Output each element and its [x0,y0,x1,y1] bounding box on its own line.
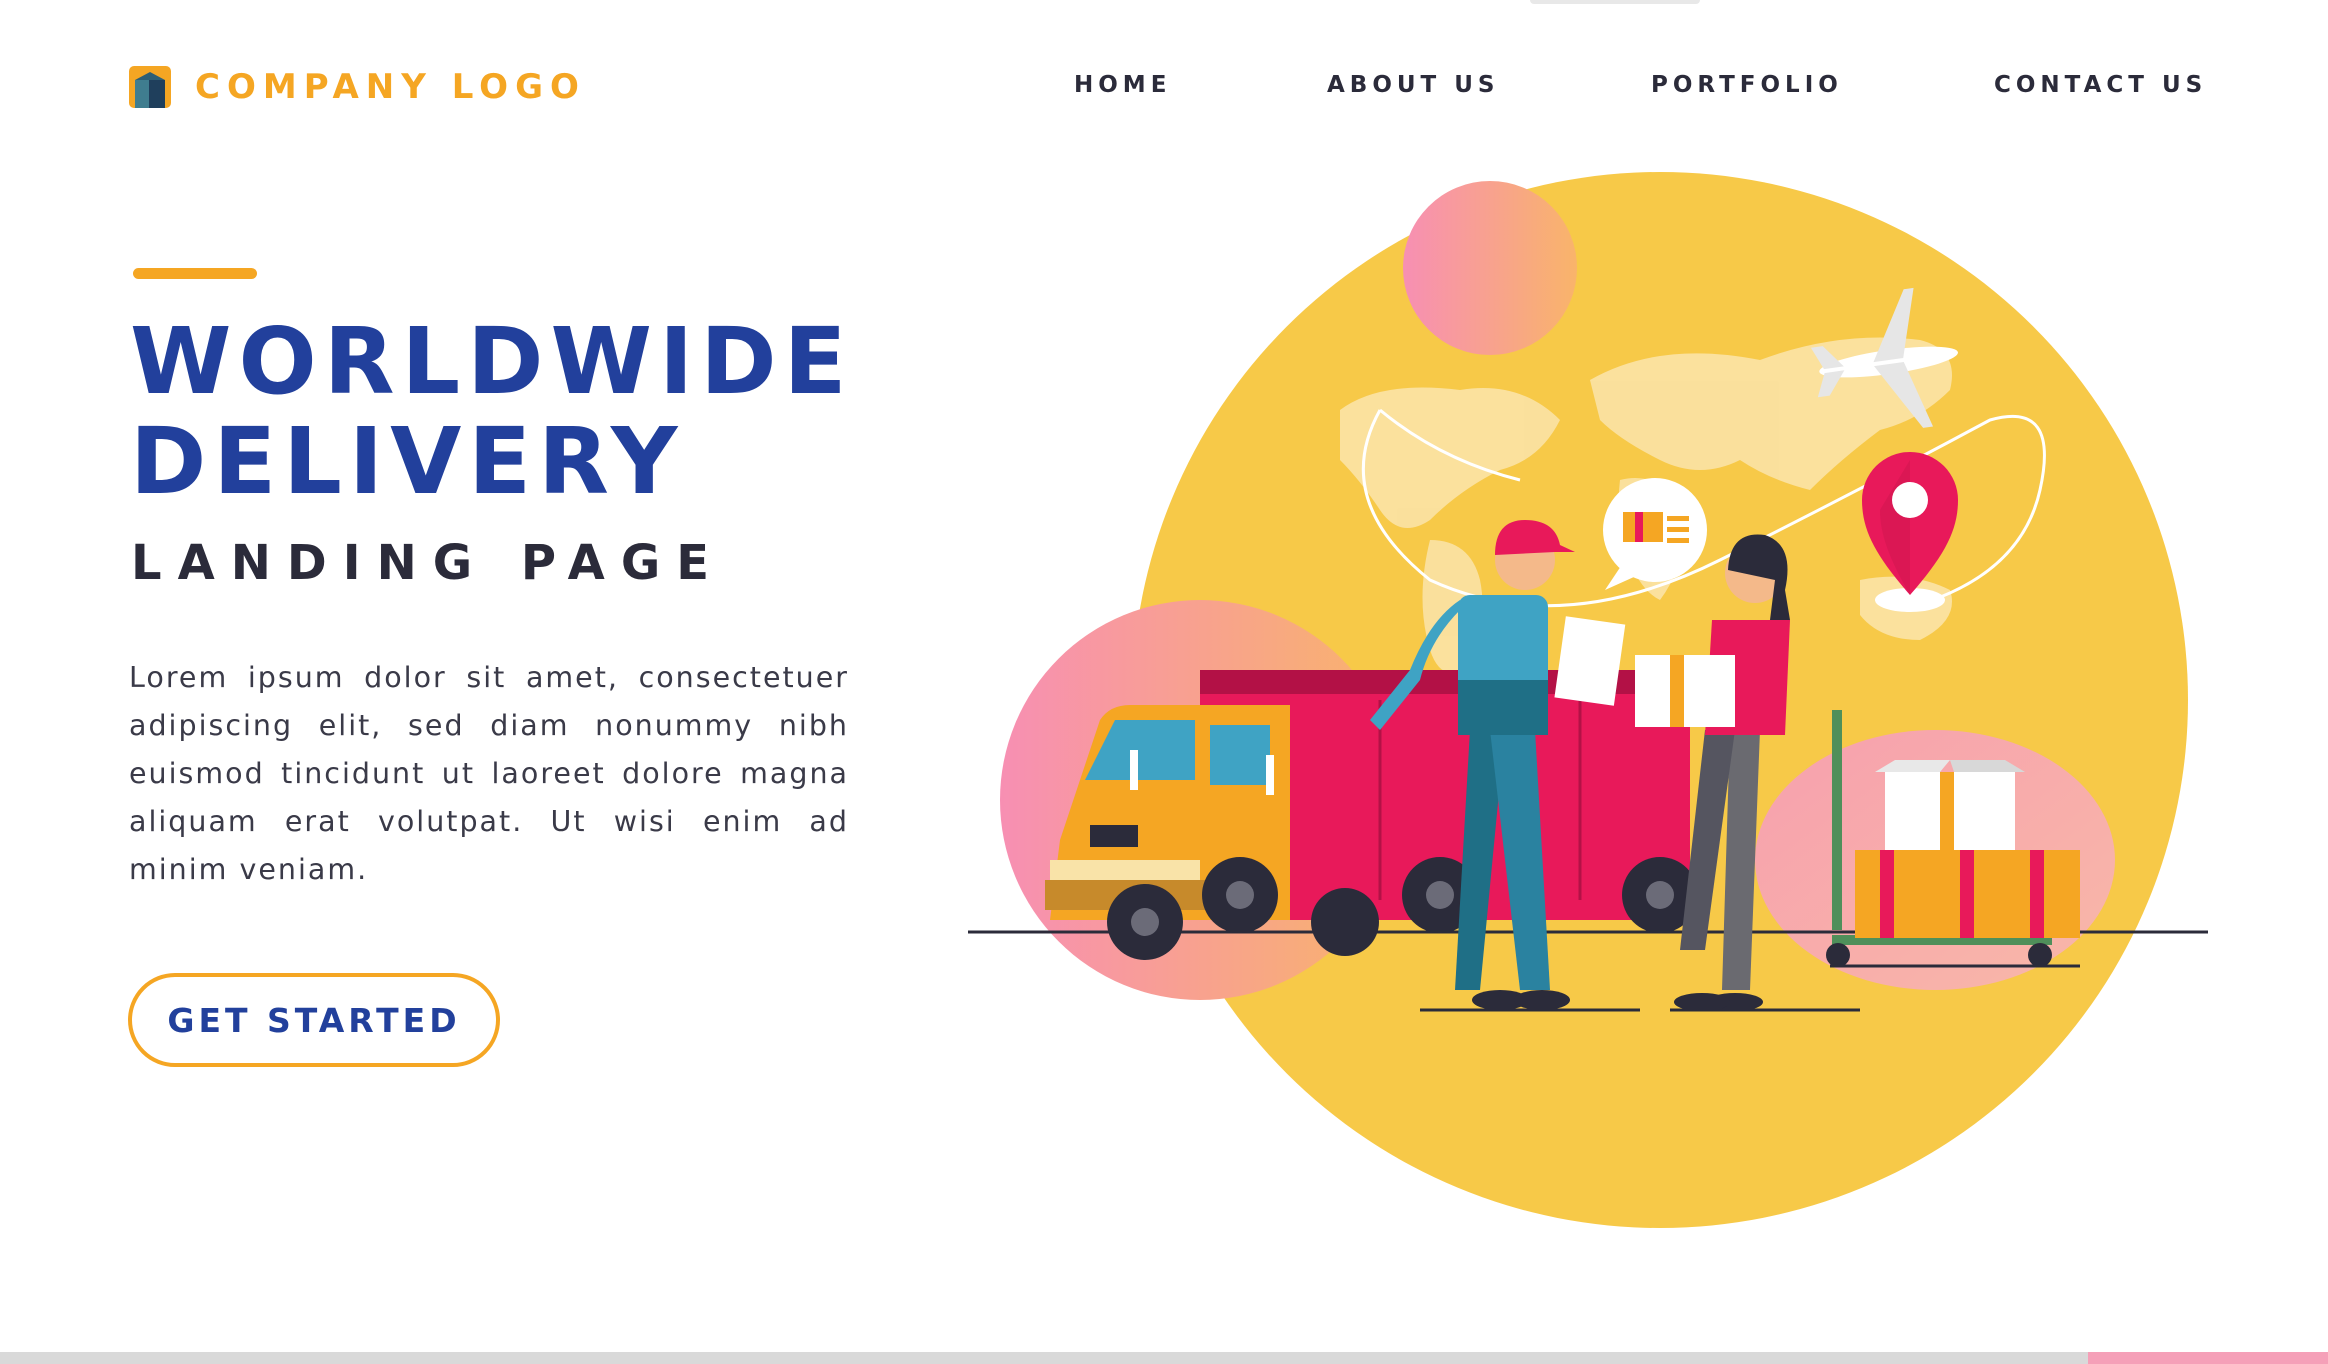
delivery-illustration [968,172,2208,1228]
bottom-strip [0,1352,2328,1364]
hero-description: Lorem ipsum dolor sit amet, consectetuer… [129,661,849,886]
hero-title-line1: WORLDWIDE [130,308,854,415]
pink-accent-circle-top [1403,181,1577,355]
nav-portfolio[interactable]: PORTFOLIO [1651,72,1843,98]
parcel-box [1875,760,2025,850]
get-started-button[interactable]: GET STARTED [128,973,500,1067]
main-nav: HOME ABOUT US PORTFOLIO CONTACT US [0,72,2328,112]
nav-about-us[interactable]: ABOUT US [1327,72,1500,98]
landing-page: COMPANY LOGO HOME ABOUT US PORTFOLIO CON… [0,0,2328,1364]
nav-home[interactable]: HOME [1074,72,1171,98]
nav-contact-us[interactable]: CONTACT US [1994,72,2207,98]
top-scroll-mark [1530,0,1700,4]
hero-title: WORLDWIDE DELIVERY [130,312,853,512]
delivery-truck [1045,670,1698,960]
hero-title-line2: DELIVERY [130,408,685,515]
accent-bar [133,268,257,279]
hero-subtitle: LANDING PAGE [131,535,725,591]
